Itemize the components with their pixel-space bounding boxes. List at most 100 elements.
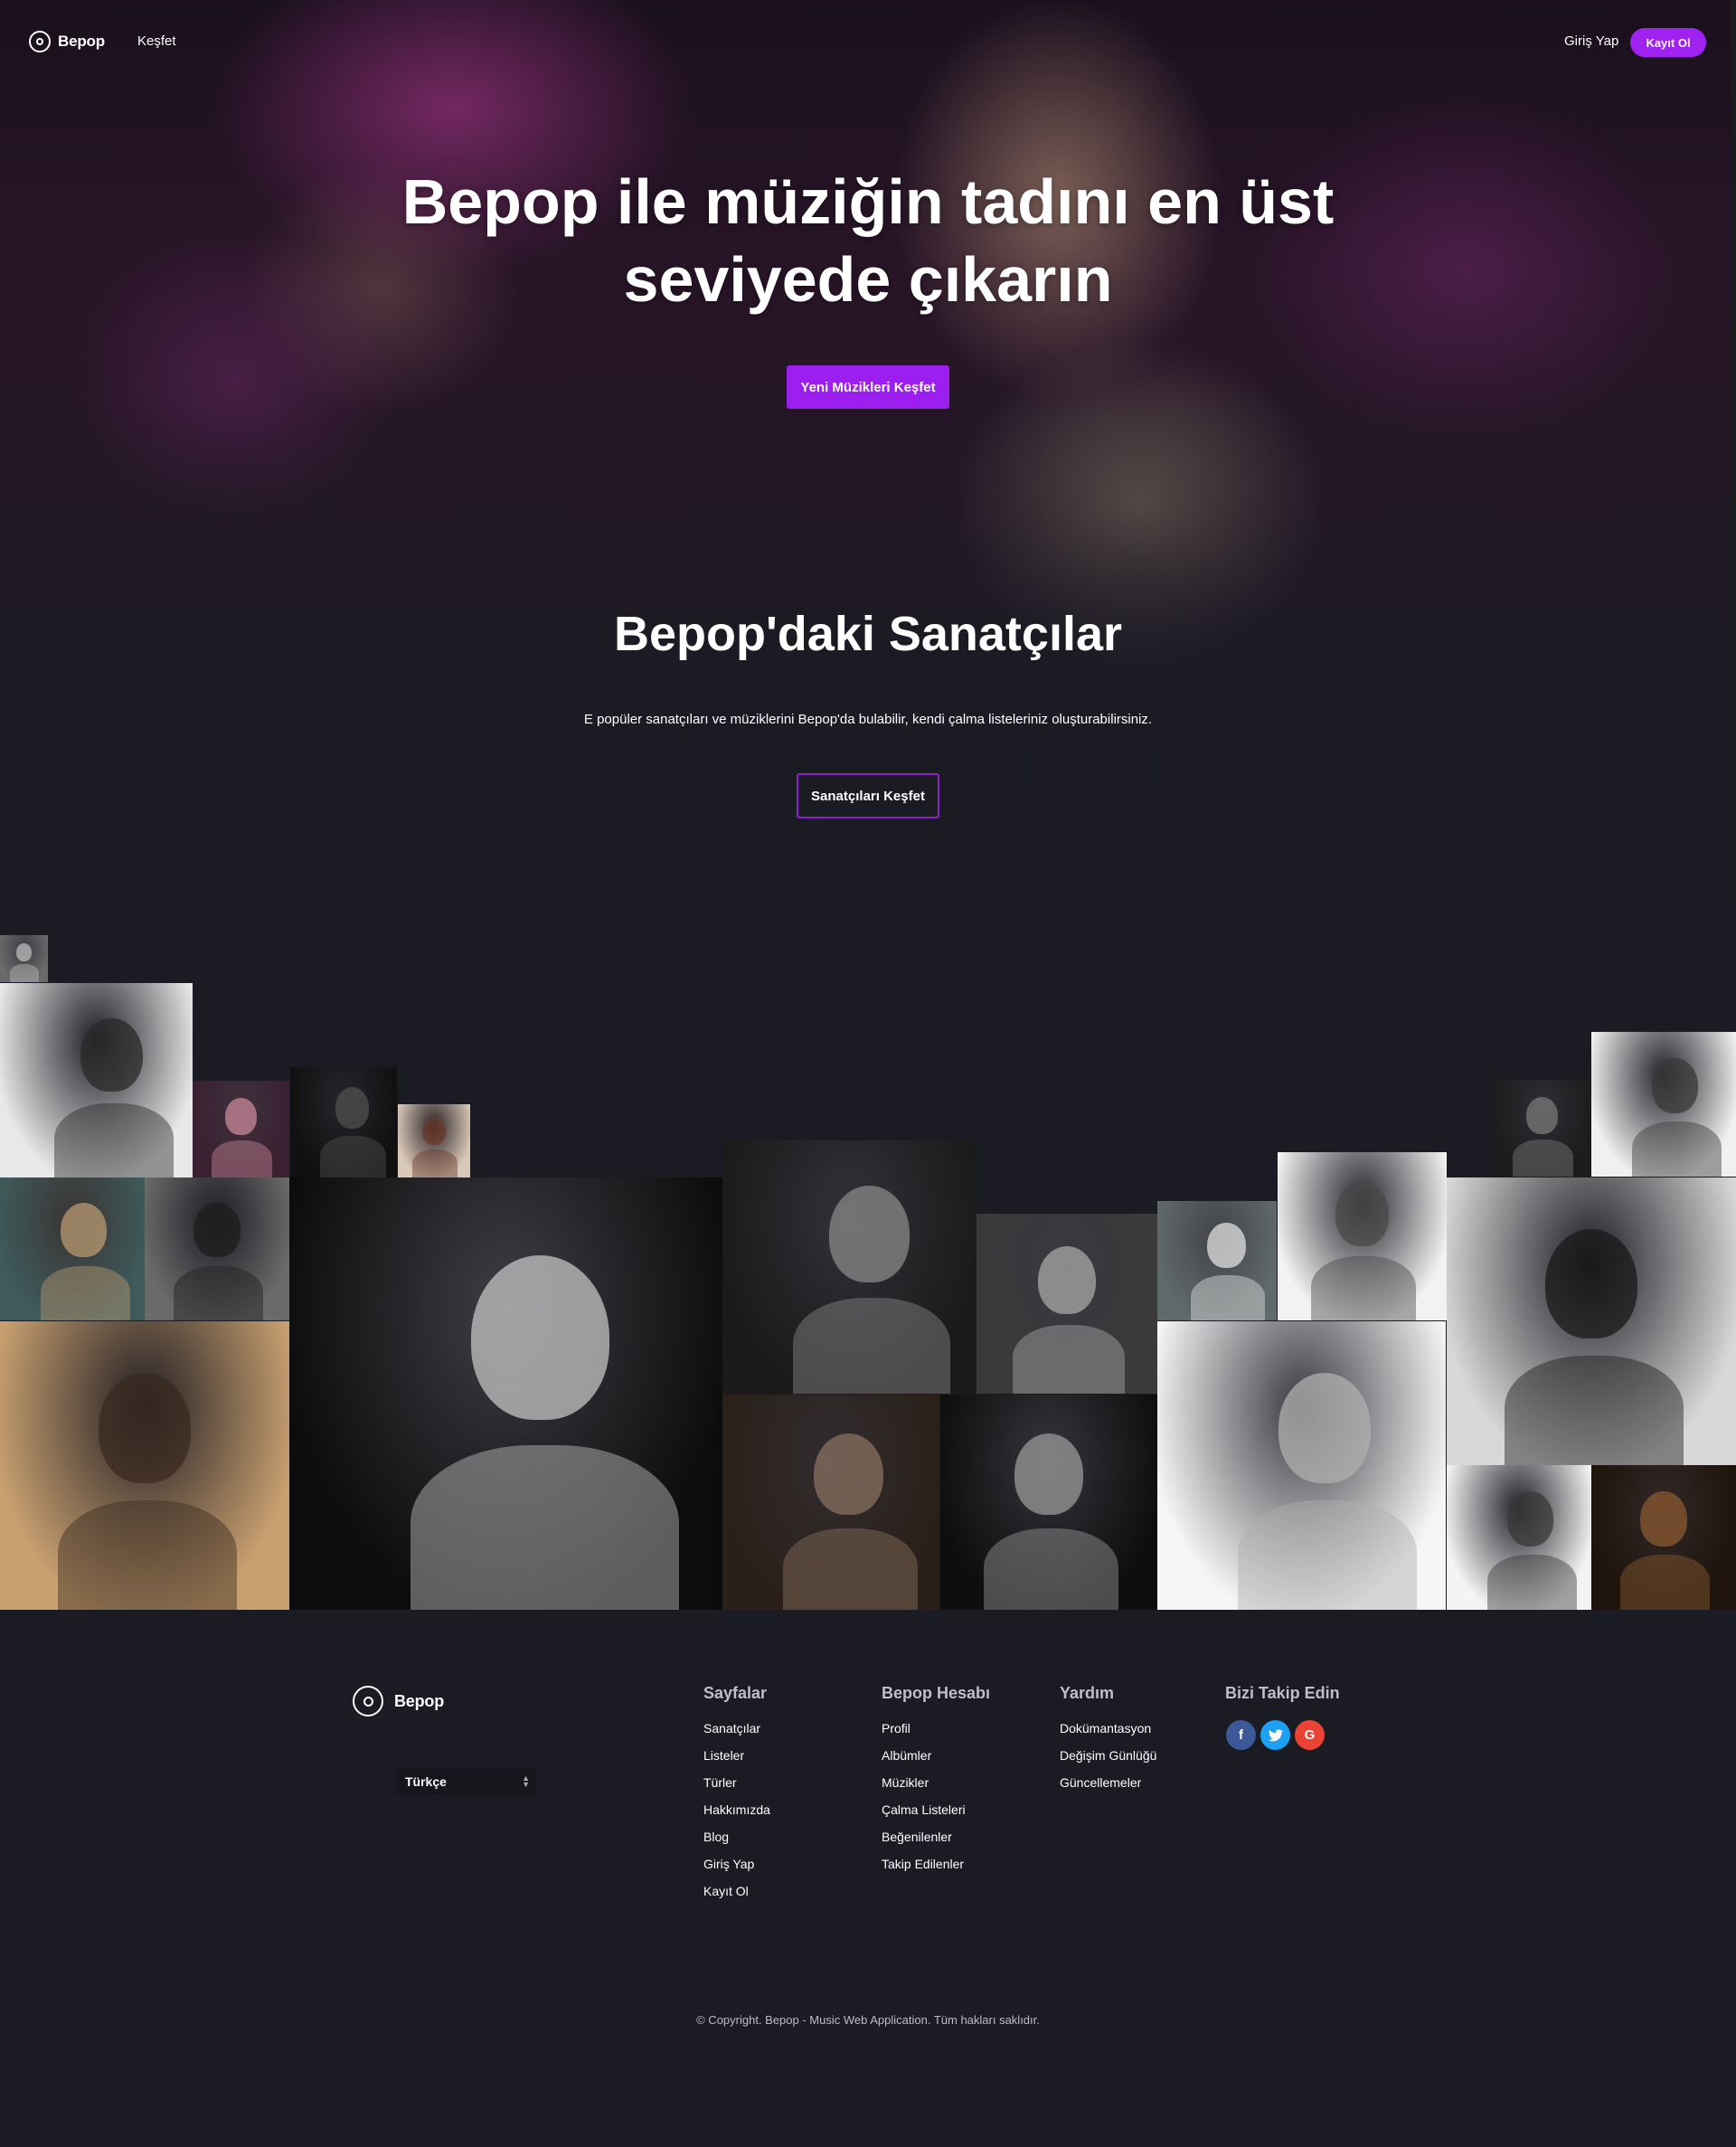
logo-icon [29, 31, 51, 52]
artist-photo[interactable] [193, 1081, 289, 1178]
footer-link-docs[interactable]: Dokümantasyon [1060, 1721, 1156, 1748]
google-icon[interactable]: G [1295, 1720, 1325, 1750]
footer-column-title: Yardım [1060, 1684, 1115, 1702]
artist-photo[interactable] [976, 1214, 1157, 1394]
navbar: Bepop Keşfet Giriş Yap Kayıt Ol [0, 0, 1736, 83]
signup-button[interactable]: Kayıt Ol [1630, 28, 1706, 57]
photo-subject-body [212, 1140, 272, 1178]
photo-subject-head [98, 1373, 192, 1483]
photo-subject-body [320, 1135, 387, 1178]
photo-subject-head [1278, 1373, 1372, 1483]
brand-logo[interactable]: Bepop [29, 31, 105, 52]
footer-link-following[interactable]: Takip Edilenler [882, 1857, 990, 1884]
footer-link-login[interactable]: Giriş Yap [703, 1857, 770, 1884]
artist-photo[interactable] [1494, 1080, 1590, 1177]
footer-brand-name: Bepop [394, 1691, 444, 1710]
photo-subject-body [1190, 1274, 1265, 1320]
photo-subject-head [1335, 1182, 1390, 1247]
hero-title: Bepop ile müziğin tadını en üst seviyede… [401, 166, 1335, 315]
photo-subject-head [16, 943, 32, 962]
footer-link-playlists[interactable]: Çalma Listeleri [882, 1802, 990, 1830]
footer-link-liked[interactable]: Beğenilenler [882, 1830, 990, 1857]
footer-link-genres[interactable]: Türler [703, 1775, 770, 1802]
artist-photo[interactable] [289, 1178, 722, 1610]
photo-subject-body [9, 964, 40, 982]
nav-explore-link[interactable]: Keşfet [137, 33, 176, 49]
photo-subject-body [174, 1265, 264, 1320]
language-select[interactable]: Türkçe ▲ ▼ [396, 1768, 537, 1795]
footer-link-profile[interactable]: Profil [882, 1721, 990, 1748]
photo-subject-head [1640, 1490, 1687, 1546]
artist-photo[interactable] [0, 935, 48, 982]
explore-artists-button[interactable]: Sanatçıları Keşfet [797, 773, 939, 818]
artist-photo[interactable] [145, 1178, 289, 1320]
photo-subject-head [1207, 1222, 1246, 1268]
artist-photo[interactable] [1591, 1465, 1736, 1610]
photo-subject-body [58, 1499, 238, 1610]
language-selected: Türkçe [405, 1774, 447, 1789]
photo-subject-head [193, 1203, 241, 1258]
artist-photo[interactable] [1157, 1321, 1446, 1610]
footer-link-artists[interactable]: Sanatçılar [703, 1721, 770, 1748]
photo-subject-head [1507, 1490, 1554, 1546]
footer-follow-title: Bizi Takip Edin [1225, 1684, 1340, 1702]
footer-link-lists[interactable]: Listeler [703, 1748, 770, 1775]
photo-subject-head [1014, 1433, 1084, 1516]
footer-column-follow: Bizi Takip Edin [1225, 1684, 1340, 1721]
artist-photo[interactable] [722, 1140, 976, 1394]
footer-link-updates[interactable]: Güncellemeler [1060, 1775, 1156, 1802]
footer-logo[interactable]: Bepop [353, 1686, 444, 1717]
photo-subject-body [412, 1149, 458, 1178]
artist-photo[interactable] [1447, 1465, 1591, 1610]
photo-subject-head [1652, 1057, 1699, 1113]
photo-subject-body [1311, 1256, 1417, 1320]
footer-column-pages: Sayfalar Sanatçılar Listeler Türler Hakk… [703, 1684, 770, 1911]
artist-photo[interactable] [0, 983, 193, 1178]
artist-photo[interactable] [1157, 1201, 1277, 1320]
photo-subject-body [1238, 1499, 1418, 1610]
photo-subject-body [1486, 1555, 1577, 1610]
twitter-bird-icon [1268, 1728, 1283, 1741]
discover-music-button[interactable]: Yeni Müzikleri Keşfet [787, 365, 949, 409]
artist-photo[interactable] [290, 1067, 397, 1178]
twitter-icon[interactable] [1260, 1720, 1290, 1750]
photo-subject-head [61, 1203, 108, 1258]
photo-subject-body [1013, 1325, 1125, 1394]
select-caret-icon: ▲ ▼ [522, 1773, 530, 1789]
footer-column-title: Sayfalar [703, 1684, 768, 1702]
artist-photo[interactable] [398, 1104, 470, 1178]
copyright-text: © Copyright. Bepop - Music Web Applicati… [696, 2013, 1040, 2027]
artists-title: Bepop'daki Sanatçılar [613, 607, 1123, 661]
photo-subject-body [1631, 1121, 1722, 1177]
photo-subject-head [225, 1098, 257, 1135]
photo-subject-body [1513, 1140, 1573, 1177]
photo-subject-head [1544, 1229, 1638, 1339]
footer-link-albums[interactable]: Albümler [882, 1748, 990, 1775]
footer-link-changelog[interactable]: Değişim Günlüğü [1060, 1748, 1156, 1775]
artist-photo[interactable] [722, 1395, 939, 1610]
photo-subject-body [1505, 1356, 1684, 1465]
brand-name: Bepop [58, 33, 105, 50]
artist-photo[interactable] [1447, 1178, 1736, 1465]
artist-photo[interactable] [1591, 1032, 1736, 1177]
footer-link-songs[interactable]: Müzikler [882, 1775, 990, 1802]
facebook-icon[interactable]: f [1226, 1720, 1256, 1750]
hero-overlay [0, 0, 1736, 904]
footer-link-blog[interactable]: Blog [703, 1830, 770, 1857]
photo-subject-head [1526, 1097, 1558, 1134]
footer-link-signup[interactable]: Kayıt Ol [703, 1884, 770, 1911]
photo-subject-body [984, 1527, 1118, 1610]
photo-subject-body [410, 1445, 680, 1610]
login-link[interactable]: Giriş Yap [1564, 33, 1618, 49]
artist-photo[interactable] [940, 1395, 1157, 1610]
photo-subject-head [471, 1255, 610, 1420]
footer-column-help: Yardım Dokümantasyon Değişim Günlüğü Gün… [1060, 1684, 1156, 1802]
photo-subject-body [793, 1297, 950, 1394]
artist-photo[interactable] [1278, 1152, 1447, 1320]
artist-photo[interactable] [0, 1321, 289, 1610]
artist-photo[interactable] [0, 1178, 145, 1320]
footer-link-about[interactable]: Hakkımızda [703, 1802, 770, 1830]
logo-icon [353, 1686, 383, 1717]
photo-subject-head [422, 1117, 446, 1146]
photo-subject-head [335, 1086, 370, 1130]
